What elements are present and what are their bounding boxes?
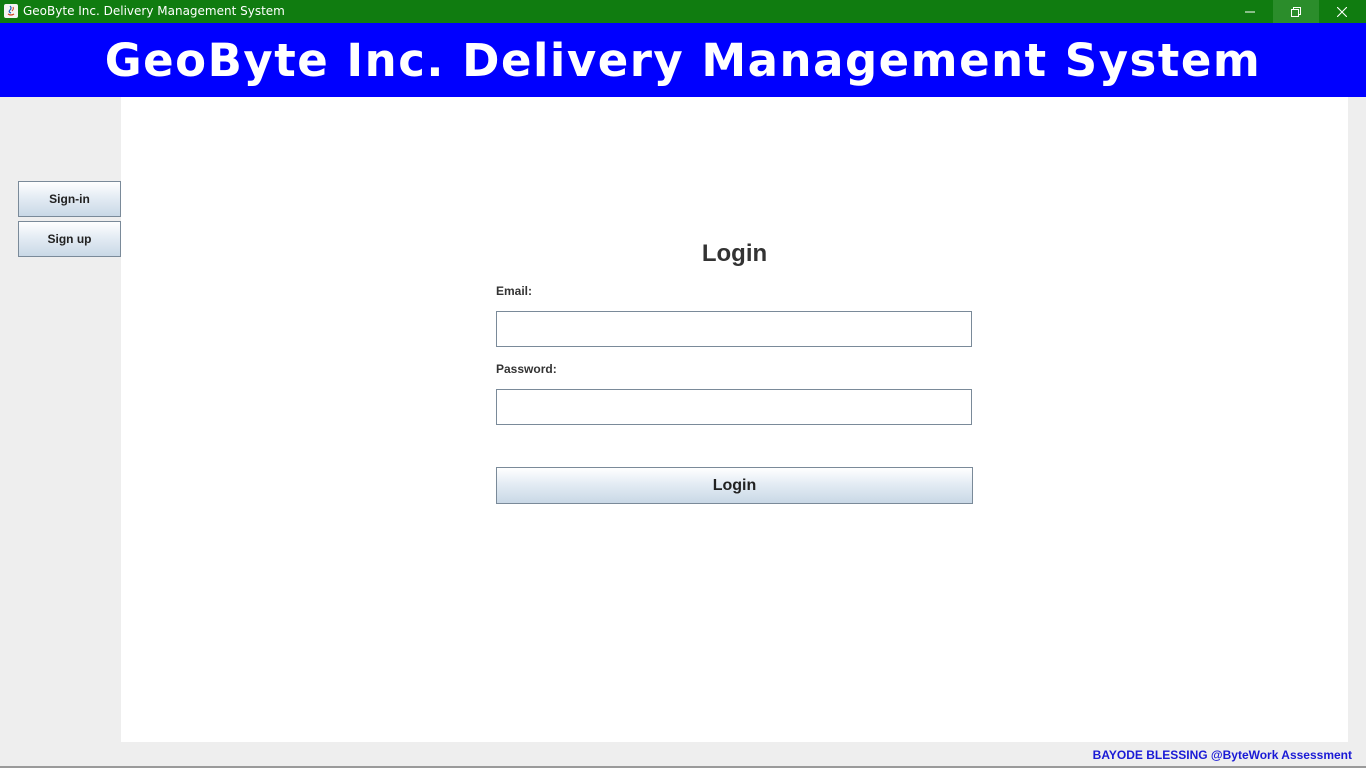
banner-title: GeoByte Inc. Delivery Management System xyxy=(104,33,1262,87)
password-field[interactable] xyxy=(496,389,972,425)
restore-icon xyxy=(1291,6,1301,17)
email-field[interactable] xyxy=(496,311,972,347)
footer-credit: BAYODE BLESSING @ByteWork Assessment xyxy=(1092,748,1352,762)
header-banner: GeoByte Inc. Delivery Management System xyxy=(0,23,1366,97)
login-heading: Login xyxy=(701,240,768,267)
restore-button[interactable] xyxy=(1273,0,1319,23)
minimize-icon xyxy=(1245,11,1255,12)
close-button[interactable] xyxy=(1319,0,1365,23)
sign-up-button[interactable]: Sign up xyxy=(18,221,121,257)
close-icon xyxy=(1337,6,1347,17)
minimize-button[interactable] xyxy=(1227,0,1273,23)
window-title: GeoByte Inc. Delivery Management System xyxy=(23,4,285,18)
login-button[interactable]: Login xyxy=(496,467,973,504)
login-panel: Login Email: Password: Login xyxy=(121,97,1348,742)
password-label: Password: xyxy=(496,362,557,376)
java-app-icon xyxy=(4,4,18,18)
sign-in-button[interactable]: Sign-in xyxy=(18,181,121,217)
window-titlebar: GeoByte Inc. Delivery Management System xyxy=(0,0,1366,23)
email-label: Email: xyxy=(496,284,533,298)
